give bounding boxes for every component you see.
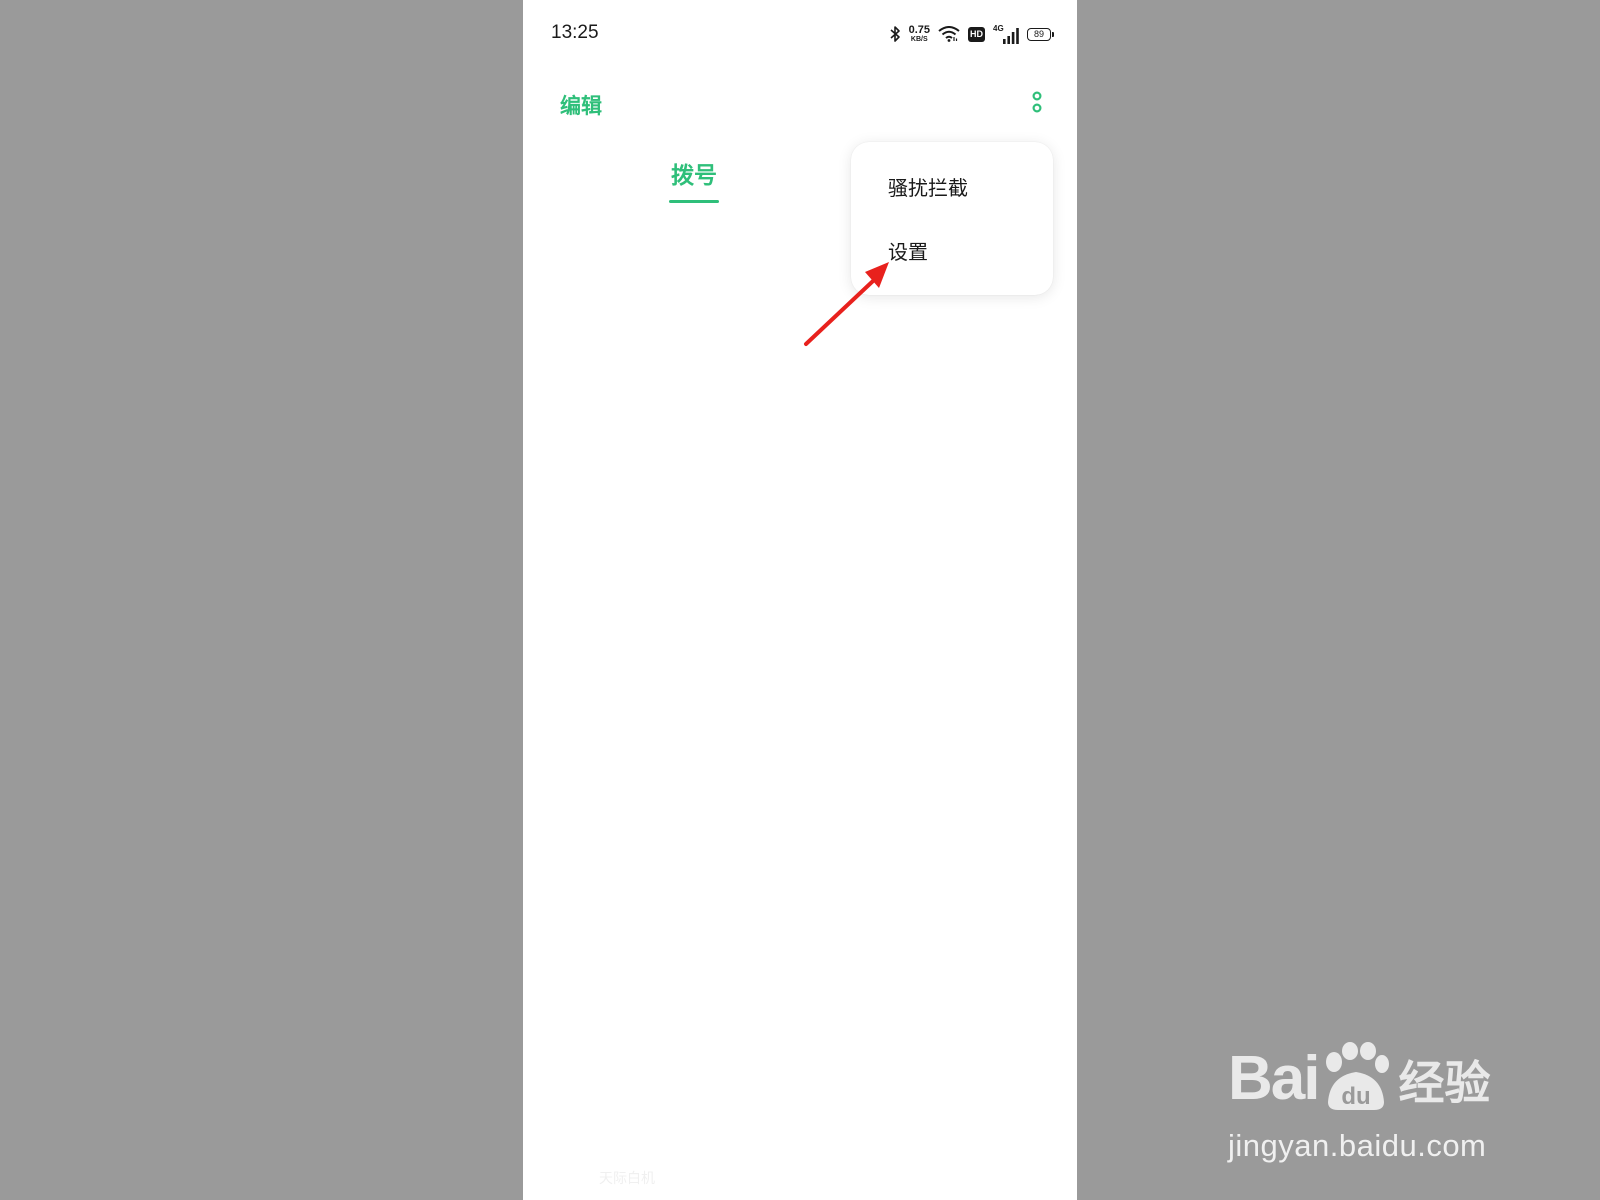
edit-button[interactable]: 编辑 bbox=[560, 90, 602, 120]
baidu-paw-logo-icon: du bbox=[1320, 1042, 1392, 1110]
menu-item-harassment-block[interactable]: 骚扰拦截 bbox=[888, 172, 968, 201]
tab-dial[interactable]: 拨号 bbox=[669, 156, 719, 203]
network-speed-unit: KB/S bbox=[910, 36, 928, 43]
cellular-signal-icon: 4G bbox=[993, 24, 1019, 44]
watermark-url: jingyan.baidu.com bbox=[1228, 1128, 1487, 1163]
tab-active-indicator bbox=[669, 200, 719, 203]
menu-item-settings[interactable]: 设置 bbox=[888, 236, 928, 265]
status-time: 13:25 bbox=[551, 22, 599, 43]
bottom-faint-text: 天际白机 bbox=[599, 1171, 655, 1187]
network-speed: 0.75 KB/S bbox=[908, 24, 930, 44]
watermark-brand-latin: Bai bbox=[1228, 1044, 1320, 1113]
bluetooth-icon bbox=[889, 25, 901, 43]
battery-level: 89 bbox=[1033, 28, 1044, 39]
network-speed-value: 0.75 bbox=[908, 24, 930, 36]
watermark-brand-cn: 经验 bbox=[1398, 1056, 1491, 1110]
status-bar: 13:25 0.75 KB/S HD 4G 89 bbox=[523, 0, 1077, 68]
tab-dial-label: 拨号 bbox=[671, 163, 717, 189]
wifi-icon bbox=[938, 26, 960, 42]
battery-icon: 89 bbox=[1027, 27, 1054, 41]
hd-badge: HD bbox=[968, 26, 985, 42]
overflow-menu-popup: 骚扰拦截 设置 bbox=[851, 142, 1053, 295]
baidu-jingyan-watermark: Bai du 经验 jingyan.baidu.com bbox=[1228, 1028, 1528, 1168]
status-icons: 0.75 KB/S HD 4G 89 bbox=[889, 22, 1054, 46]
watermark-brand-du: du bbox=[1342, 1083, 1371, 1110]
more-options-button[interactable] bbox=[1023, 88, 1051, 120]
screenshot-stage: 13:25 0.75 KB/S HD 4G 89 编辑 拨号 骚扰拦截 设置 天… bbox=[0, 0, 1600, 1200]
more-vertical-icon bbox=[1031, 89, 1043, 119]
phone-screen: 13:25 0.75 KB/S HD 4G 89 编辑 拨号 骚扰拦截 设置 天… bbox=[523, 0, 1077, 1200]
